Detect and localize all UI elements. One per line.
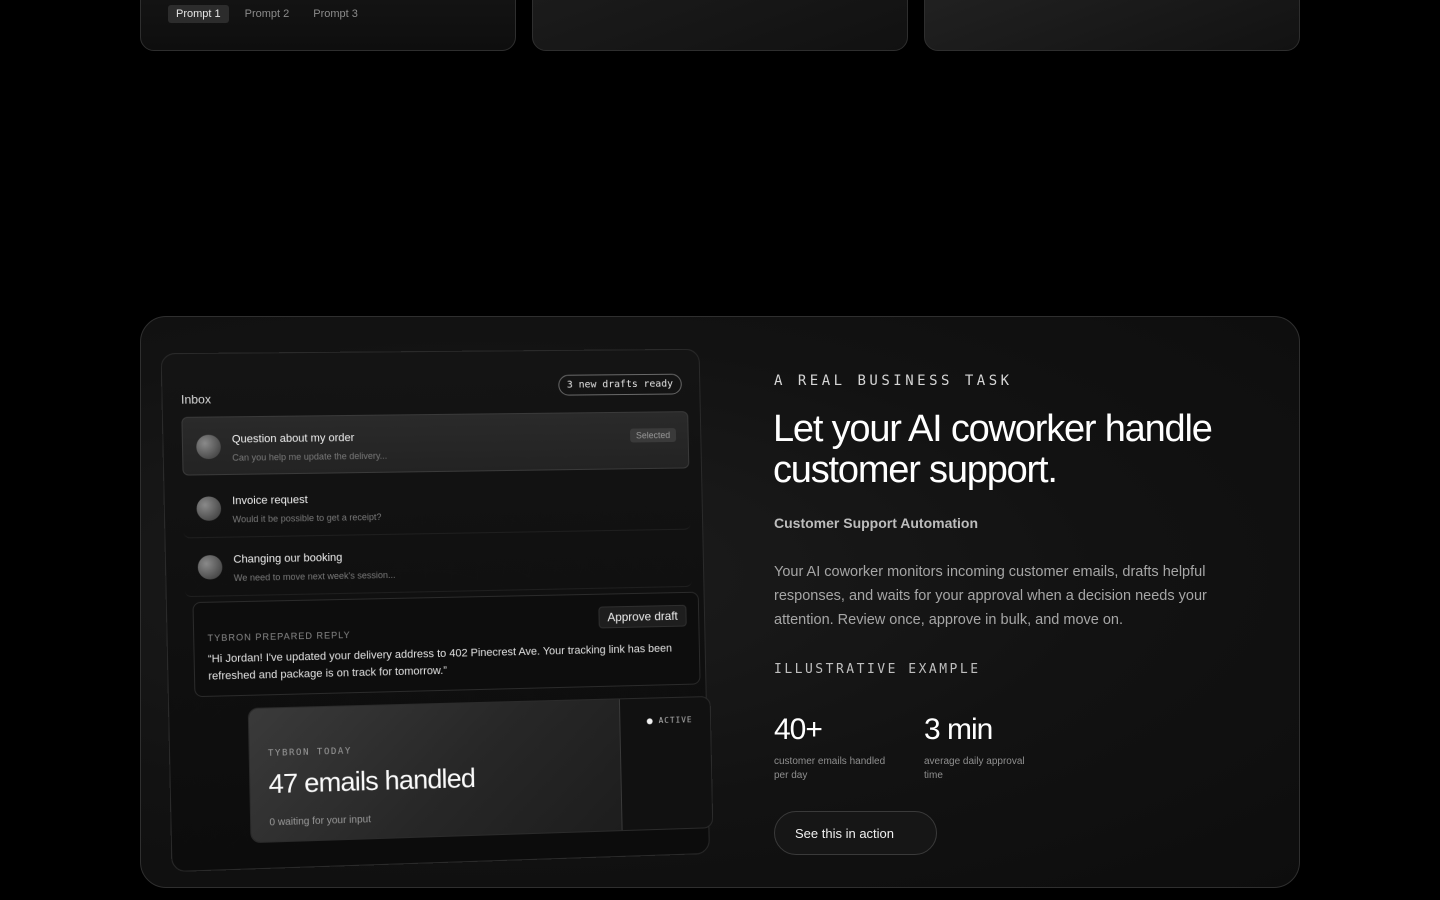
email-preview: We need to move next week's session... — [233, 569, 396, 584]
section-headline: Let your AI coworker handle customer sup… — [773, 408, 1213, 491]
metric-approval-time: 3 min average daily approval time — [924, 713, 1044, 783]
illustrative-label: ILLUSTRATIVE EXAMPLE — [774, 662, 981, 677]
stats-label: TYBRON TODAY — [267, 746, 352, 759]
email-item[interactable]: Question about my order Can you help me … — [181, 411, 690, 476]
email-item[interactable]: Changing our booking We need to move nex… — [183, 529, 692, 598]
section-eyebrow: A REAL BUSINESS TASK — [774, 373, 1013, 389]
email-preview: Can you help me update the delivery... — [232, 450, 388, 463]
avatar — [197, 554, 223, 580]
prompt-tabs: Prompt 1 Prompt 2 Prompt 3 — [168, 5, 366, 23]
stats-main-panel: TYBRON TODAY 47 emails handled 0 waiting… — [248, 699, 623, 844]
status-badge: ACTIVE — [646, 715, 693, 726]
avatar — [196, 496, 222, 521]
daily-stats-card: TYBRON TODAY 47 emails handled 0 waiting… — [247, 696, 714, 844]
status-label: ACTIVE — [658, 715, 693, 726]
inbox-title: Inbox — [180, 392, 212, 407]
prepared-reply-card: TYBRON PREPARED REPLY Approve draft “Hi … — [192, 591, 701, 698]
tab-prompt-1[interactable]: Prompt 1 — [168, 5, 229, 23]
metric-value: 40+ — [774, 713, 823, 746]
email-item[interactable]: Invoice request Would it be possible to … — [182, 472, 691, 539]
emails-handled-value: 47 emails handled — [268, 763, 476, 800]
email-subject: Invoice request — [232, 493, 308, 508]
preview-card — [924, 0, 1300, 51]
see-in-action-button[interactable]: See this in action — [774, 811, 937, 855]
email-subject: Question about my order — [231, 431, 355, 446]
status-dot-icon — [646, 717, 653, 724]
tab-prompt-2[interactable]: Prompt 2 — [237, 5, 298, 23]
support-feature-section: Inbox 3 new drafts ready Question about … — [140, 316, 1300, 888]
drafts-ready-badge: 3 new drafts ready — [557, 373, 682, 396]
tab-prompt-3[interactable]: Prompt 3 — [305, 5, 366, 23]
metric-emails-per-day: 40+ customer emails handled per day — [774, 713, 894, 783]
approve-draft-button[interactable]: Approve draft — [598, 604, 687, 629]
reply-text: “Hi Jordan! I've updated your delivery a… — [207, 642, 673, 683]
section-body: Your AI coworker monitors incoming custo… — [774, 564, 1207, 628]
metric-label: average daily approval time — [924, 756, 1025, 781]
metric-value: 3 min — [924, 713, 993, 746]
reply-label: TYBRON PREPARED REPLY — [207, 629, 351, 644]
inbox-mockup: Inbox 3 new drafts ready Question about … — [160, 348, 714, 873]
prompt-card: Prompt 1 Prompt 2 Prompt 3 — [140, 0, 516, 51]
section-subhead: Customer Support Automation — [774, 515, 979, 531]
email-preview: Would it be possible to get a receipt? — [232, 511, 382, 525]
metric-label: customer emails handled per day — [774, 756, 886, 781]
selected-badge: Selected — [629, 428, 677, 443]
waiting-count: 0 waiting for your input — [269, 814, 372, 829]
preview-card — [532, 0, 908, 51]
avatar — [196, 434, 222, 460]
email-subject: Changing our booking — [233, 551, 343, 566]
